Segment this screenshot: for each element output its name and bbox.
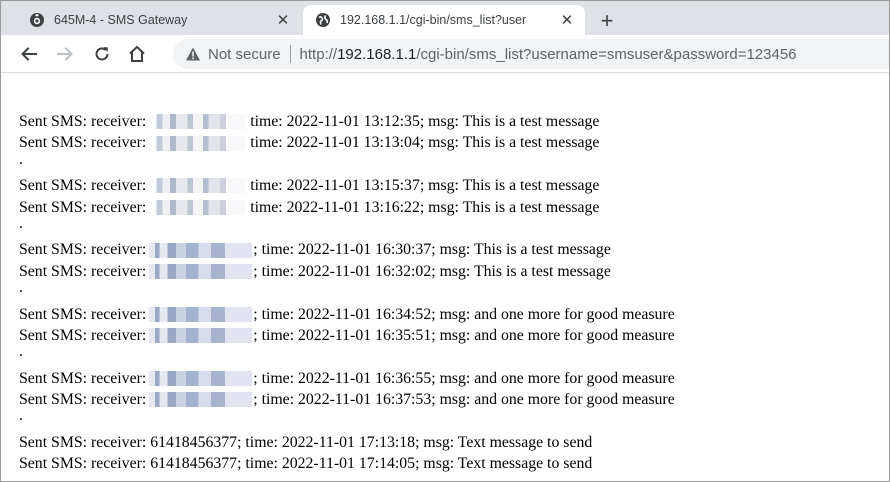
tab-sms-list[interactable]: 192.168.1.1/cgi-bin/sms_list?user ✕ [303, 5, 585, 35]
close-tab-icon[interactable]: ✕ [559, 12, 575, 29]
sms-entry: Sent SMS: receiver: 61418456377; time: 2… [19, 432, 889, 453]
browser-window: 645M-4 - SMS Gateway ✕ 192.168.1.1/cgi-b… [0, 0, 890, 482]
redacted-receiver [149, 263, 253, 279]
sms-details: time: 2022-11-01 13:13:04; msg: This is … [250, 134, 600, 152]
sms-details: time: 2022-11-01 16:30:37; msg: This is … [261, 241, 611, 259]
sms-details: time: 2022-11-01 17:13:18; msg: Text mes… [245, 433, 593, 451]
reload-icon [95, 47, 109, 61]
redacted-receiver [149, 370, 253, 386]
redacted-receiver [149, 178, 246, 194]
receiver-prefix: Sent SMS: receiver: [19, 326, 147, 344]
sms-details: time: 2022-11-01 13:12:35; msg: This is … [250, 113, 600, 130]
receiver-prefix: Sent SMS: receiver: [19, 134, 147, 152]
receiver-prefix: Sent SMS: receiver: [19, 369, 147, 387]
globe-icon [315, 12, 331, 28]
sms-details: time: 2022-11-01 16:34:52; msg: and one … [261, 305, 675, 323]
new-tab-button[interactable]: + [595, 8, 619, 33]
redacted-receiver [149, 242, 253, 258]
sms-details: time: 2022-11-01 13:15:37; msg: This is … [250, 177, 600, 195]
gateway-icon [29, 12, 45, 28]
receiver-prefix: Sent SMS: receiver: [19, 262, 147, 280]
sms-entry: Sent SMS: receiver: time: 2022-11-01 13:… [19, 197, 889, 218]
home-button[interactable] [123, 40, 151, 68]
separator-dot: . [19, 279, 23, 297]
redacted-receiver [149, 114, 246, 130]
separator-dot: . [19, 407, 23, 425]
sms-entry: Sent SMS: receiver: time: 2022-11-01 13:… [19, 132, 889, 153]
receiver-prefix: Sent SMS: receiver: [19, 305, 147, 323]
receiver-prefix: Sent SMS: receiver: [19, 113, 147, 130]
back-button[interactable] [15, 40, 43, 68]
receiver-number: 61418456377 [150, 433, 238, 451]
close-tab-icon[interactable]: ✕ [275, 12, 291, 29]
redacted-receiver [149, 199, 246, 215]
tab-strip: 645M-4 - SMS Gateway ✕ 192.168.1.1/cgi-b… [1, 1, 889, 35]
warning-icon [186, 47, 200, 61]
address-bar[interactable]: Not secure http://192.168.1.1/cgi-bin/sm… [173, 39, 889, 69]
forward-arrow-icon [57, 47, 73, 61]
sms-details: time: 2022-11-01 16:36:55; msg: and one … [261, 369, 675, 387]
sms-entry: Sent SMS: receiver:; time: 2022-11-01 16… [19, 304, 889, 325]
receiver-number: 61418456377 [150, 455, 238, 473]
redacted-receiver [149, 135, 246, 151]
reload-button[interactable] [88, 40, 116, 68]
sms-entry: Sent SMS: receiver:; time: 2022-11-01 16… [19, 261, 889, 282]
receiver-prefix: Sent SMS: receiver: [19, 198, 147, 216]
url-path: /cgi-bin/sms_list?username=smsuser&passw… [416, 45, 797, 63]
sms-details: time: 2022-11-01 16:37:53; msg: and one … [261, 391, 675, 409]
sms-entry: Sent SMS: receiver:; time: 2022-11-01 16… [19, 368, 889, 389]
sms-details: time: 2022-11-01 16:32:02; msg: This is … [261, 262, 611, 280]
sms-entry: Sent SMS: receiver: time: 2022-11-01 13:… [19, 175, 889, 196]
separator-dot: . [19, 150, 23, 168]
sms-entry: Sent SMS: receiver:; time: 2022-11-01 16… [19, 389, 889, 410]
redacted-receiver [149, 328, 253, 344]
redacted-receiver [149, 392, 253, 408]
not-secure-label: Not secure [208, 45, 281, 63]
sms-entry: Sent SMS: receiver:; time: 2022-11-01 16… [19, 325, 889, 346]
sms-entry: Sent SMS: receiver: time: 2022-11-01 13:… [19, 111, 889, 132]
receiver-prefix: Sent SMS: receiver: [19, 433, 147, 451]
forward-button[interactable] [51, 40, 79, 68]
tab-sms-gateway[interactable]: 645M-4 - SMS Gateway ✕ [17, 5, 301, 35]
sms-details: time: 2022-11-01 17:14:05; msg: Text mes… [245, 455, 593, 473]
separator-dot: . [19, 214, 23, 232]
url-scheme: http:// [299, 45, 338, 63]
security-indicator[interactable]: Not secure [185, 46, 281, 63]
tab-title: 645M-4 - SMS Gateway [54, 13, 188, 27]
toolbar: Not secure http://192.168.1.1/cgi-bin/sm… [1, 35, 889, 73]
separator-dot: . [19, 343, 23, 361]
receiver-prefix: Sent SMS: receiver: [19, 241, 147, 259]
receiver-prefix: Sent SMS: receiver: [19, 391, 147, 409]
sms-entry: Sent SMS: receiver:; time: 2022-11-01 16… [19, 239, 889, 260]
sms-details: time: 2022-11-01 13:16:22; msg: This is … [250, 198, 600, 216]
sms-list-page: Sent SMS: receiver: time: 2022-11-01 13:… [19, 111, 889, 475]
receiver-prefix: Sent SMS: receiver: [19, 177, 147, 195]
omnibox-divider [289, 45, 291, 63]
sms-entry: Sent SMS: receiver: 61418456377; time: 2… [19, 453, 889, 474]
back-arrow-icon [21, 47, 37, 61]
sms-details: time: 2022-11-01 16:35:51; msg: and one … [261, 326, 675, 344]
receiver-prefix: Sent SMS: receiver: [19, 455, 147, 473]
home-icon [129, 45, 145, 62]
redacted-receiver [149, 306, 253, 322]
tab-title: 192.168.1.1/cgi-bin/sms_list?user [340, 13, 527, 27]
url-host: 192.168.1.1 [337, 45, 417, 63]
